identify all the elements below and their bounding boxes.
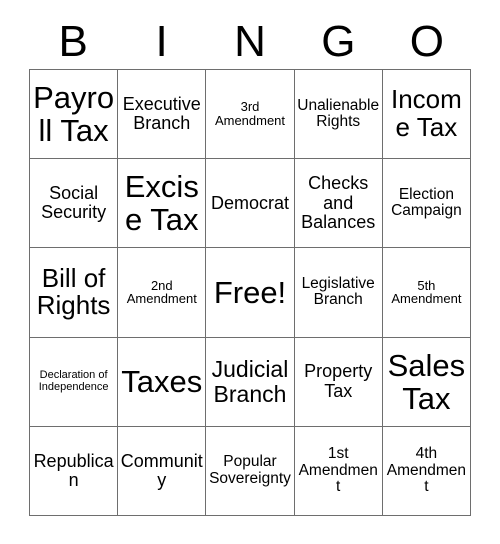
bingo-cell-label: 5th Amendment xyxy=(391,277,462,307)
bingo-cell-label: Unalienable Rights xyxy=(297,96,380,131)
bingo-cell-label: Taxes xyxy=(121,364,203,400)
bingo-cell-label: Income Tax xyxy=(390,84,462,143)
bingo-cell-r4c3[interactable]: Judicial Branch xyxy=(206,337,295,427)
bingo-cell-r5c5[interactable]: 4th Amendment xyxy=(382,426,471,516)
bingo-cell-label: 4th Amendment xyxy=(386,445,467,496)
bingo-cell-r5c3[interactable]: Popular Sovereignty xyxy=(206,426,295,516)
bingo-cell-label: Property Tax xyxy=(304,361,373,401)
bingo-header-letter-g: G xyxy=(321,16,356,66)
bingo-cell-label: Election Campaign xyxy=(391,185,462,220)
bingo-cell-r4c1[interactable]: Declaration of Independence xyxy=(30,337,119,427)
bingo-cell-label: Bill of Rights xyxy=(36,262,111,321)
bingo-cell-label: Social Security xyxy=(41,183,107,223)
bingo-header-letter-o: O xyxy=(409,16,444,66)
bingo-cell-label: Republican xyxy=(33,450,114,490)
bingo-cell-r2c4[interactable]: Checks and Balances xyxy=(294,159,383,249)
bingo-header-letter-i: I xyxy=(155,16,168,66)
bingo-cell-r3c5[interactable]: 5th Amendment xyxy=(382,248,471,338)
bingo-cell-r1c5[interactable]: Income Tax xyxy=(382,70,471,160)
bingo-cell-label: Sales Tax xyxy=(387,347,466,416)
bingo-cell-r2c1[interactable]: Social Security xyxy=(30,159,119,249)
bingo-header-letters: BINGO xyxy=(29,14,471,69)
bingo-cell-label: Democrat xyxy=(210,192,289,213)
bingo-cell-r4c5[interactable]: Sales Tax xyxy=(382,337,471,427)
bingo-cell-r2c5[interactable]: Election Campaign xyxy=(382,159,471,249)
bingo-cell-r1c1[interactable]: Payroll Tax xyxy=(30,70,119,160)
bingo-cell-r5c1[interactable]: Republican xyxy=(30,426,119,516)
bingo-cell-label: Checks and Balances xyxy=(301,173,376,232)
bingo-cell-label: Community xyxy=(120,450,203,490)
bingo-cell-label: Popular Sovereignty xyxy=(209,453,291,487)
bingo-cell-r4c4[interactable]: Property Tax xyxy=(294,337,383,427)
bingo-card: B I N G O Payroll Tax Executive Branch 3rd Ame… xyxy=(0,0,500,544)
bingo-cell-label: Executive Branch xyxy=(122,93,201,134)
bingo-header-letter-b: B xyxy=(58,16,88,66)
bingo-grid: Payroll Tax Executive Branch 3rd Amendment… xyxy=(29,69,471,516)
bingo-cell-r1c2[interactable]: Executive Branch xyxy=(118,70,207,160)
bingo-cell-r3c1[interactable]: Bill of Rights xyxy=(30,248,119,338)
bingo-cell-r4c2[interactable]: Taxes xyxy=(118,337,207,427)
bingo-cell-r5c2[interactable]: Community xyxy=(118,426,207,516)
bingo-header-letter-n: N xyxy=(234,16,266,66)
bingo-cell-r3c3[interactable]: Free! xyxy=(206,248,295,338)
bingo-cell-r3c4[interactable]: Legislative Branch xyxy=(294,248,383,338)
bingo-cell-label: Legislative Branch xyxy=(301,274,375,309)
bingo-cell-label: Judicial Branch xyxy=(211,356,289,407)
bingo-cell-r1c3[interactable]: 3rd Amendment xyxy=(206,70,295,160)
bingo-cell-label: Excise Tax xyxy=(124,169,199,238)
bingo-cell-r2c3[interactable]: Democrat xyxy=(206,159,295,249)
bingo-cell-r2c2[interactable]: Excise Tax xyxy=(118,159,207,249)
bingo-cell-r5c4[interactable]: 1st Amendment xyxy=(294,426,383,516)
bingo-cell-label: Free! xyxy=(213,274,287,310)
bingo-cell-label: Payroll Tax xyxy=(33,79,115,149)
bingo-cell-r1c4[interactable]: Unalienable Rights xyxy=(294,70,383,160)
bingo-cell-label: 1st Amendment xyxy=(298,445,378,496)
bingo-cell-label: 3rd Amendment xyxy=(214,99,286,129)
bingo-cell-label: Declaration of Independence xyxy=(38,368,109,393)
bingo-cell-label: 2nd Amendment xyxy=(126,277,197,307)
bingo-cell-r3c2[interactable]: 2nd Amendment xyxy=(118,248,207,338)
